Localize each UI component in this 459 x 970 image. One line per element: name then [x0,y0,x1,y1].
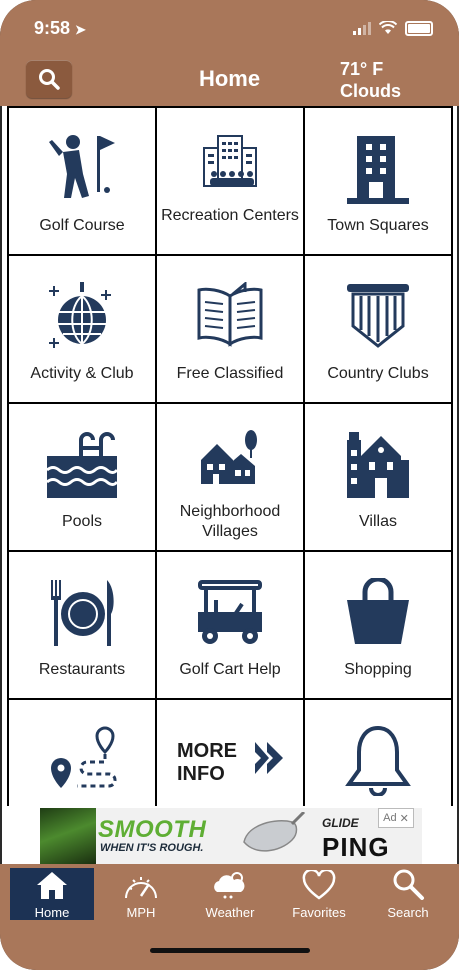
tab-search[interactable]: Search [366,868,450,920]
tab-mph[interactable]: MPH [99,868,183,920]
tile-shopping[interactable]: Shopping [305,552,451,698]
ad-creative[interactable]: SMOOTH WHEN IT'S ROUGH. GLIDE PING [40,808,422,864]
disco-ball-icon [49,282,111,348]
golf-cart-icon [198,580,262,644]
weather-readout[interactable]: 71° F Clouds [340,58,401,102]
rain-cloud-icon [214,872,245,899]
tile-golf-cart-help[interactable]: Golf Cart Help [157,552,303,698]
ad-grass-image [40,808,96,864]
ad-badge-label: Ad [383,812,397,824]
plate-cutlery-icon [51,580,114,646]
pool-ladder-icon [46,432,119,498]
tile-country-clubs[interactable]: Country Clubs [305,256,451,402]
tile-label: Shopping [344,661,412,678]
tile-free-classified[interactable]: Free Classified [157,256,303,402]
recreation-building-icon [203,135,257,187]
tab-bar: Home MPH Weather Favorites Search [0,864,459,970]
tile-label: Neighborhood Villages [179,503,281,540]
tile-label: Villas [359,513,397,530]
temperature: 71° F [340,59,384,79]
tile-label: Country Clubs [327,365,429,382]
tile-label: Free Classified [176,365,284,382]
status-time: 9:58 ➤ [34,18,86,38]
menu-grid: Golf Course Recreation Centers Town Squa… [7,106,453,846]
open-book-icon [197,282,263,347]
double-chevron-right-icon [255,742,283,774]
weather-condition: Clouds [340,81,401,101]
house-icon [37,872,67,899]
signal-icon [353,21,371,35]
status-icons [353,20,433,36]
ad-product: GLIDE [322,816,359,830]
tab-weather[interactable]: Weather [188,868,272,920]
wifi-icon [379,21,397,34]
tab-label: Search [387,905,429,920]
golf-club-icon [243,812,306,852]
tower-building-icon [347,136,409,204]
tile-golf-course[interactable]: Golf Course [9,108,155,254]
bell-icon [345,726,411,796]
speedometer-icon [125,877,157,899]
tab-label: Home [34,905,70,920]
tile-label: Golf Cart Help [179,661,281,678]
tab-label: MPH [126,905,156,920]
ad-headline: SMOOTH [98,816,207,843]
tile-label: Recreation Centers [161,207,299,224]
tile-town-squares[interactable]: Town Squares [305,108,451,254]
tile-label: Activity & Club [30,365,134,382]
shopping-bag-icon [347,578,409,644]
tile-label: Golf Course [39,217,125,234]
tile-label: Pools [61,513,103,530]
villa-house-icon [347,432,409,498]
home-indicator[interactable] [150,948,310,953]
magnifier-icon [393,869,424,900]
ad-banner[interactable]: SMOOTH WHEN IT'S ROUGH. GLIDE PING Ad ✕ [8,806,452,864]
tile-villas[interactable]: Villas [305,404,451,550]
tab-label: Weather [205,905,255,920]
tile-label: Town Squares [327,217,429,234]
phone-screen: 9:58 ➤ Home 71° F Clouds Golf Course Rec… [0,0,459,970]
close-icon[interactable]: ✕ [400,812,409,825]
tile-label: Restaurants [38,661,126,678]
tab-favorites[interactable]: Favorites [277,868,361,920]
tile-activity-club[interactable]: Activity & Club [9,256,155,402]
route-map-icon [51,726,117,788]
battery-icon [405,20,433,36]
ad-subline: WHEN IT'S ROUGH. [100,842,204,854]
more-info-label: MORE INFO [177,740,237,785]
tab-label: Favorites [292,905,346,920]
pennant-banner-icon [347,284,409,348]
golfer-icon [49,135,115,198]
ad-brand: PING [322,832,390,862]
tile-neighborhood-villages[interactable]: Neighborhood Villages [157,404,303,550]
tile-restaurants[interactable]: Restaurants [9,552,155,698]
ad-badge[interactable]: Ad ✕ [378,808,414,828]
heart-icon [302,870,336,900]
tile-pools[interactable]: Pools [9,404,155,550]
village-houses-icon [201,430,257,484]
header-bar: 9:58 ➤ Home 71° F Clouds [0,0,459,106]
tile-recreation-centers[interactable]: Recreation Centers [157,108,303,254]
tab-home[interactable]: Home [10,868,94,920]
